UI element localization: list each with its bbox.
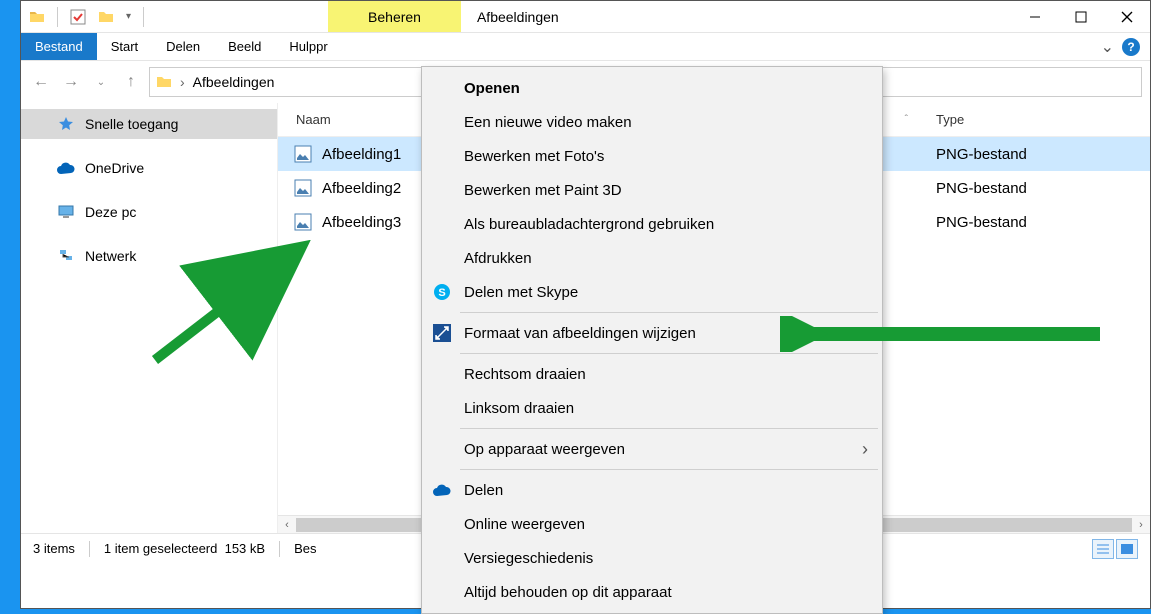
sidebar-label: Deze pc (85, 204, 136, 220)
separator (279, 541, 280, 557)
close-button[interactable] (1104, 1, 1150, 32)
sidebar-item-this-pc[interactable]: Deze pc (21, 197, 277, 227)
file-name: Afbeelding2 (322, 180, 401, 197)
minimize-button[interactable] (1012, 1, 1058, 32)
status-item-count: 3 items (33, 541, 75, 556)
separator (57, 7, 58, 27)
cloud-icon (57, 159, 75, 177)
titlebar: ▾ Beheren Afbeeldingen (21, 1, 1150, 33)
separator (460, 312, 878, 313)
context-menu: Openen Een nieuwe video maken Bewerken m… (421, 66, 883, 614)
sidebar-label: Netwerk (85, 248, 136, 264)
quick-access-toolbar: ▾ (21, 1, 152, 32)
back-button[interactable]: ← (29, 70, 53, 94)
contextual-tab[interactable]: Beheren (328, 1, 461, 32)
file-name: Afbeelding3 (322, 214, 401, 231)
qat-dropdown-icon[interactable]: ▾ (126, 11, 131, 22)
svg-text:S: S (438, 287, 445, 299)
ctx-item-edit-photos[interactable]: Bewerken met Foto's (424, 139, 880, 173)
resize-icon (432, 323, 452, 343)
separator (143, 7, 144, 27)
cloud-icon (432, 480, 452, 500)
view-details-icon[interactable] (1092, 539, 1114, 559)
file-type: PNG-bestand (936, 214, 1027, 231)
scroll-left-icon[interactable]: ‹ (278, 519, 296, 531)
breadcrumb-sep: › (180, 74, 185, 90)
separator (460, 428, 878, 429)
ctx-item-rotate-right[interactable]: Rechtsom draaien (424, 357, 880, 391)
tab-delen[interactable]: Delen (152, 33, 214, 60)
forward-button[interactable]: → (59, 70, 83, 94)
ctx-item-resize-images[interactable]: Formaat van afbeeldingen wijzigen (424, 316, 880, 350)
folder-icon (29, 9, 45, 25)
ribbon-tabs: Bestand Start Delen Beeld Hulppr ⌄ ? (21, 33, 1150, 61)
sidebar-label: OneDrive (85, 160, 144, 176)
submenu-arrow-icon: › (862, 439, 868, 460)
ctx-item-version-history[interactable]: Versiegeschiedenis (424, 541, 880, 575)
tab-start[interactable]: Start (97, 33, 152, 60)
ctx-item-view-online[interactable]: Online weergeven (424, 507, 880, 541)
ctx-item-rotate-left[interactable]: Linksom draaien (424, 391, 880, 425)
sidebar-item-onedrive[interactable]: OneDrive (21, 153, 277, 183)
file-type: PNG-bestand (936, 146, 1027, 163)
ctx-item-set-wallpaper[interactable]: Als bureaubladachtergrond gebruiken (424, 207, 880, 241)
scroll-right-icon[interactable]: › (1132, 519, 1150, 531)
status-selection: 1 item geselecteerd 153 kB (104, 541, 265, 556)
recent-dropdown[interactable]: ⌄ (89, 70, 113, 94)
skype-icon: S (432, 282, 452, 302)
file-name: Afbeelding1 (322, 146, 401, 163)
breadcrumb-segment[interactable]: Afbeeldingen (193, 74, 275, 90)
star-icon (57, 115, 75, 133)
nav-pane: Snelle toegang OneDrive Deze pc Netwerk (21, 103, 277, 533)
ctx-item-edit-paint3d[interactable]: Bewerken met Paint 3D (424, 173, 880, 207)
separator (460, 353, 878, 354)
contextual-tab-label: Beheren (368, 9, 421, 25)
separator (460, 469, 878, 470)
new-folder-icon[interactable] (98, 9, 114, 25)
status-extra: Bes (294, 541, 316, 556)
pc-icon (57, 203, 75, 221)
up-button[interactable]: ↑ (119, 70, 143, 94)
help-icon[interactable]: ? (1122, 38, 1140, 56)
tab-hulp[interactable]: Hulppr (275, 33, 341, 60)
ctx-item-cast-to-device[interactable]: Op apparaat weergeven › (424, 432, 880, 466)
sort-indicator-icon: ˆ (905, 114, 908, 125)
ctx-item-skype-share[interactable]: S Delen met Skype (424, 275, 880, 309)
properties-icon[interactable] (70, 9, 86, 25)
view-thumbnails-icon[interactable] (1116, 539, 1138, 559)
image-file-icon (294, 213, 312, 231)
col-header-type[interactable]: Type (918, 112, 964, 127)
maximize-button[interactable] (1058, 1, 1104, 32)
sidebar-item-network[interactable]: Netwerk (21, 241, 277, 271)
ctx-item-always-keep[interactable]: Altijd behouden op dit apparaat (424, 575, 880, 609)
ctx-item-share[interactable]: Delen (424, 473, 880, 507)
tab-beeld[interactable]: Beeld (214, 33, 275, 60)
sidebar-item-quick-access[interactable]: Snelle toegang (21, 109, 277, 139)
sidebar-label: Snelle toegang (85, 116, 178, 132)
file-type: PNG-bestand (936, 180, 1027, 197)
ctx-item-new-video[interactable]: Een nieuwe video maken (424, 105, 880, 139)
tab-bestand[interactable]: Bestand (21, 33, 97, 60)
folder-icon (156, 74, 172, 90)
ctx-item-print[interactable]: Afdrukken (424, 241, 880, 275)
separator (89, 541, 90, 557)
image-file-icon (294, 179, 312, 197)
image-file-icon (294, 145, 312, 163)
network-icon (57, 247, 75, 265)
window-title: Afbeeldingen (461, 1, 575, 32)
ctx-item-open[interactable]: Openen (424, 71, 880, 105)
ribbon-collapse-icon[interactable]: ⌄ (1101, 37, 1114, 57)
